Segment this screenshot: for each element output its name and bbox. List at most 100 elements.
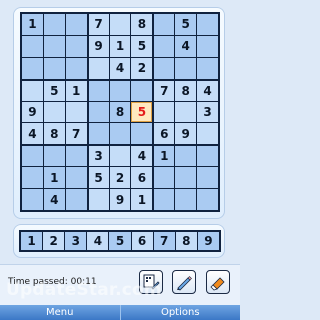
sudoku-grid[interactable]: 1785915442517849853487693411526491 [20,12,220,212]
grid-cell[interactable] [153,101,175,123]
grid-cell[interactable]: 2 [131,57,153,79]
grid-cell[interactable] [65,101,87,123]
number-button[interactable]: 3 [65,232,87,250]
grid-cell[interactable]: 4 [109,57,131,79]
grid-cell[interactable] [131,79,153,101]
grid-cell[interactable] [109,123,131,145]
grid-cell[interactable]: 5 [175,14,197,35]
grid-cell[interactable] [22,189,43,210]
grid-cell[interactable]: 8 [131,14,153,35]
grid-cell[interactable] [153,14,175,35]
eraser-icon [210,277,225,291]
grid-cell[interactable] [65,189,87,210]
notes-icon [143,274,160,290]
grid-cell[interactable] [175,167,197,189]
grid-cell[interactable]: 9 [87,35,109,57]
grid-cell[interactable] [43,57,65,79]
grid-cell[interactable] [65,57,87,79]
grid-cell[interactable]: 1 [131,189,153,210]
grid-cell[interactable] [87,189,109,210]
number-button[interactable]: 4 [87,232,109,250]
grid-cell[interactable]: 4 [131,145,153,167]
grid-cell[interactable] [22,145,43,167]
grid-cell[interactable] [87,79,109,101]
grid-cell[interactable]: 6 [131,167,153,189]
grid-cell[interactable] [197,145,218,167]
grid-cell[interactable]: 5 [131,35,153,57]
grid-cell[interactable]: 1 [43,167,65,189]
grid-cell[interactable] [109,145,131,167]
grid-cell[interactable] [109,14,131,35]
grid-cell[interactable] [65,35,87,57]
options-softkey[interactable]: Options [121,305,241,320]
grid-cell[interactable] [153,35,175,57]
grid-cell[interactable] [87,101,109,123]
number-button[interactable]: 6 [131,232,153,250]
grid-cell[interactable] [43,14,65,35]
grid-cell[interactable]: 2 [109,167,131,189]
grid-cell[interactable] [22,79,43,101]
number-button[interactable]: 1 [21,232,43,250]
grid-cell[interactable] [65,145,87,167]
menu-softkey[interactable]: Menu [0,305,121,320]
grid-cell[interactable] [153,167,175,189]
number-button[interactable]: 7 [153,232,175,250]
grid-cell[interactable] [109,79,131,101]
number-button[interactable]: 9 [197,232,219,250]
grid-cell[interactable]: 5 [87,167,109,189]
grid-cell[interactable]: 7 [87,14,109,35]
grid-cell[interactable] [43,101,65,123]
grid-cell[interactable]: 4 [43,189,65,210]
grid-cell[interactable] [197,35,218,57]
grid-cell[interactable]: 8 [175,79,197,101]
eraser-tool-button[interactable] [206,270,230,294]
grid-cell[interactable] [175,57,197,79]
grid-cell[interactable]: 1 [22,14,43,35]
pencil-tool-button[interactable] [172,270,196,294]
grid-cell[interactable]: 1 [109,35,131,57]
status-bar: Time passed: 00:11 [0,264,240,306]
grid-cell[interactable]: 4 [22,123,43,145]
number-picker[interactable]: 123456789 [19,230,221,252]
notes-tool-button[interactable] [139,270,163,294]
grid-cell[interactable] [22,35,43,57]
grid-cell[interactable]: 8 [43,123,65,145]
grid-cell[interactable] [153,57,175,79]
grid-cell[interactable] [197,123,218,145]
grid-cell[interactable]: 7 [65,123,87,145]
grid-cell[interactable]: 1 [65,79,87,101]
grid-cell[interactable] [197,57,218,79]
grid-cell[interactable] [87,57,109,79]
grid-cell[interactable] [153,189,175,210]
grid-cell[interactable]: 1 [153,145,175,167]
grid-cell[interactable]: 9 [109,189,131,210]
grid-cell[interactable]: 5 [131,101,153,123]
number-button[interactable]: 2 [43,232,65,250]
grid-cell[interactable] [197,189,218,210]
grid-cell[interactable]: 8 [109,101,131,123]
grid-cell[interactable] [22,57,43,79]
grid-cell[interactable]: 6 [153,123,175,145]
grid-cell[interactable] [87,123,109,145]
grid-cell[interactable] [197,14,218,35]
grid-cell[interactable] [43,145,65,167]
grid-cell[interactable]: 5 [43,79,65,101]
grid-cell[interactable] [175,145,197,167]
grid-cell[interactable]: 4 [197,79,218,101]
grid-cell[interactable] [65,14,87,35]
grid-cell[interactable] [197,167,218,189]
grid-cell[interactable] [131,123,153,145]
grid-cell[interactable] [175,189,197,210]
number-button[interactable]: 5 [109,232,131,250]
grid-cell[interactable]: 9 [175,123,197,145]
grid-cell[interactable] [65,167,87,189]
grid-cell[interactable]: 7 [153,79,175,101]
grid-cell[interactable] [22,167,43,189]
number-button[interactable]: 8 [175,232,197,250]
grid-cell[interactable]: 4 [175,35,197,57]
grid-cell[interactable] [43,35,65,57]
grid-cell[interactable] [175,101,197,123]
grid-cell[interactable]: 3 [87,145,109,167]
grid-cell[interactable]: 9 [22,101,43,123]
grid-cell[interactable]: 3 [197,101,218,123]
